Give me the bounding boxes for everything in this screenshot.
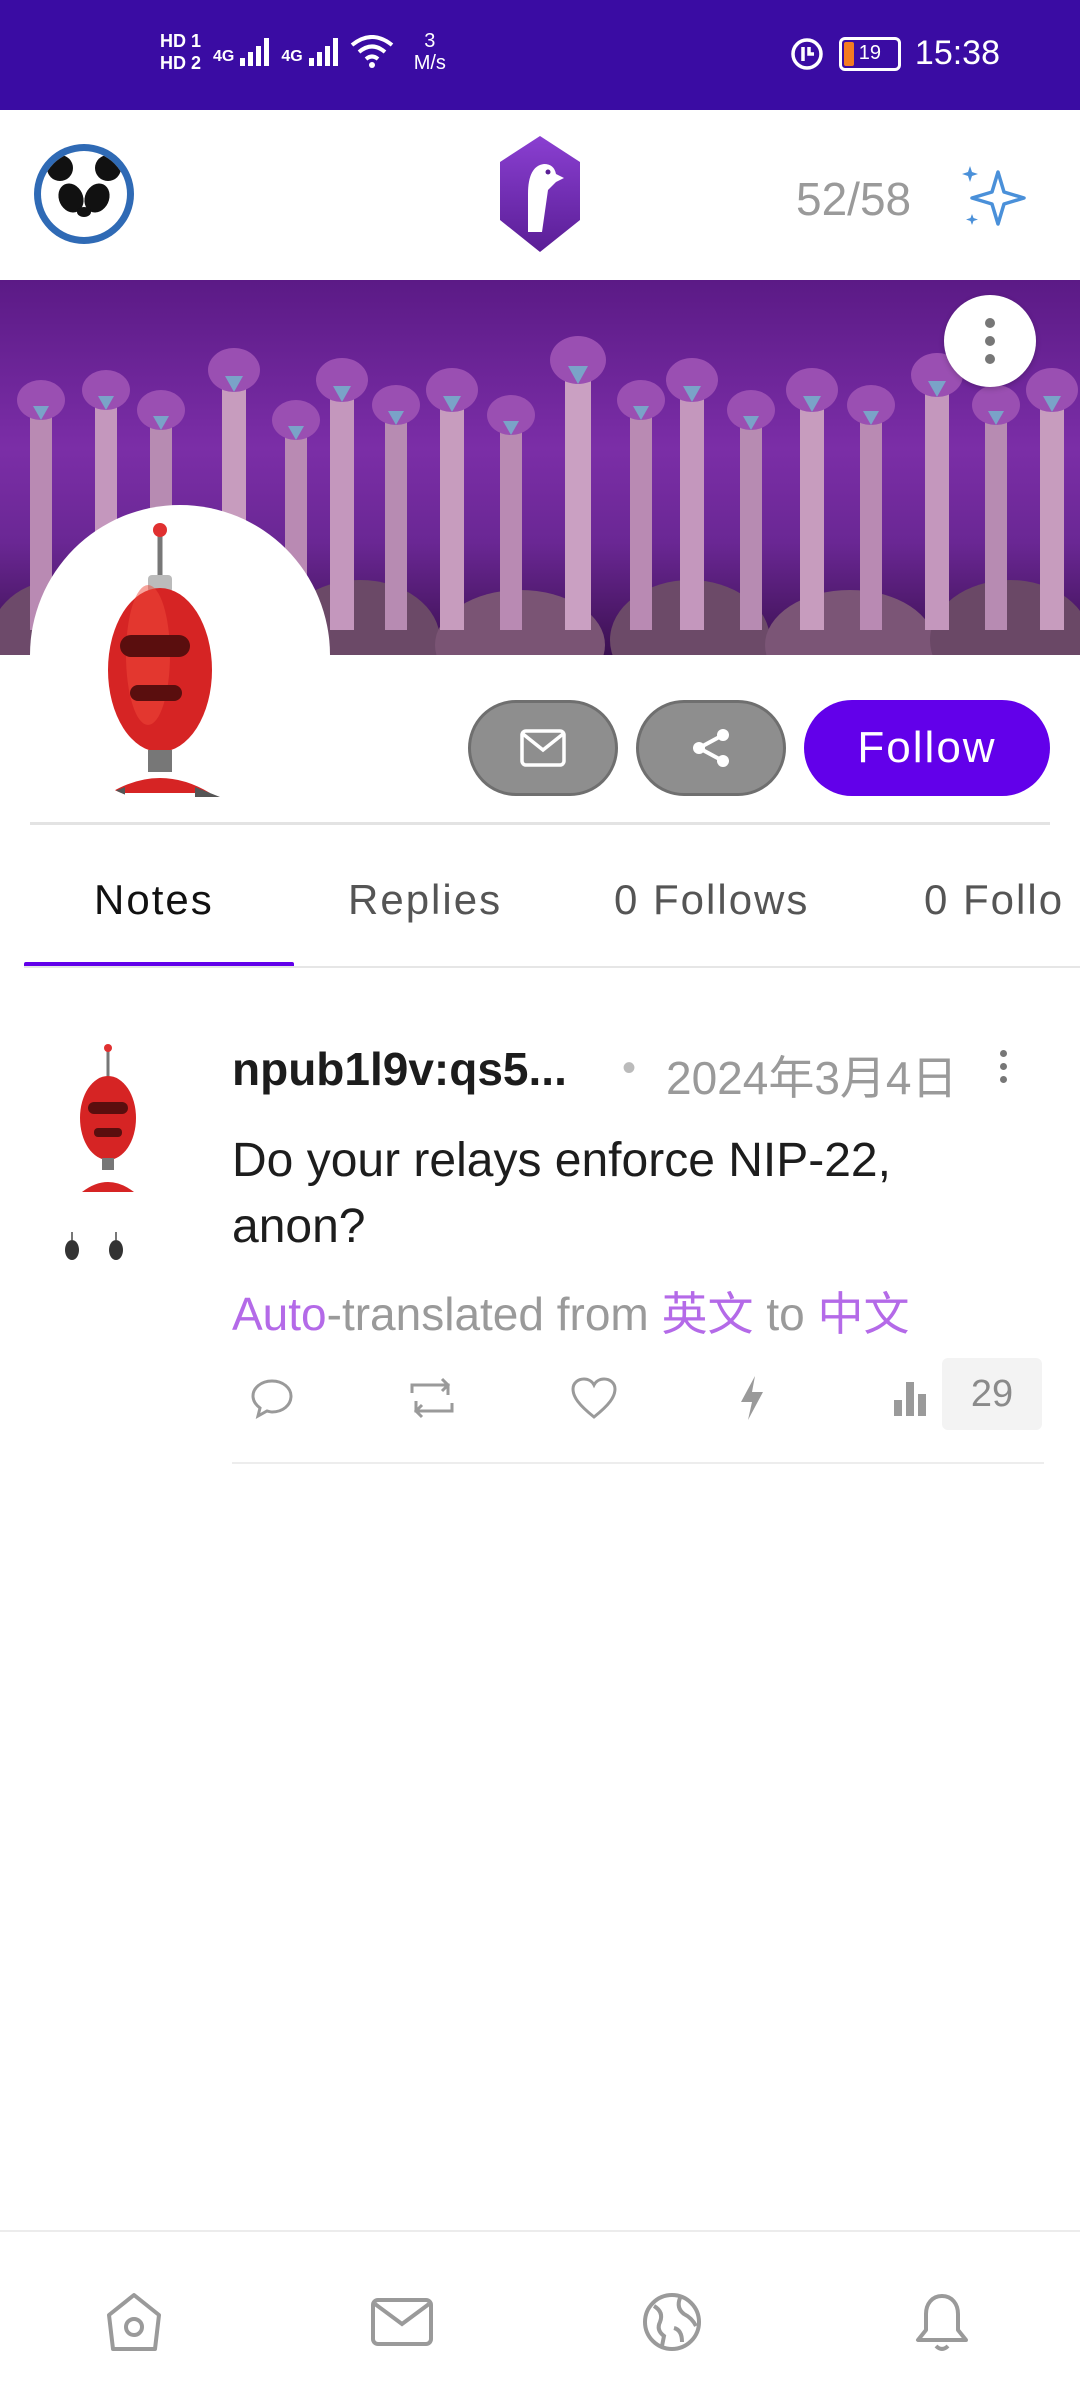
translation-prefix: Auto: [232, 1288, 327, 1340]
wifi-icon: [350, 35, 393, 68]
translation-to-word: to: [753, 1288, 818, 1340]
profile-more-button[interactable]: [944, 295, 1036, 387]
signal-bars-icon: [240, 38, 270, 66]
mail-icon: [520, 729, 566, 767]
signal-1: 4G: [213, 38, 270, 66]
status-left: HD 1 HD 2 4G 4G 3 M/s: [160, 30, 446, 74]
network-type-label: 4G: [213, 48, 235, 65]
divider: [24, 966, 1080, 968]
note-content: Do your relays enforce NIP-22, anon?: [232, 1134, 891, 1253]
profile-avatar[interactable]: [30, 505, 330, 805]
nav-messages[interactable]: [362, 2282, 442, 2362]
zap-icon: [741, 1376, 763, 1420]
message-button[interactable]: [468, 700, 618, 796]
status-bar: HD 1 HD 2 4G 4G 3 M/s 19 15:38: [0, 0, 1080, 110]
hd1-label: HD 1: [160, 31, 202, 51]
share-button[interactable]: [636, 700, 786, 796]
note-author-name[interactable]: npub1l9v:qs5...: [232, 1042, 567, 1096]
bottom-nav: [0, 2230, 1080, 2402]
translation-to-lang[interactable]: 中文: [817, 1288, 909, 1340]
speed-unit: M/s: [413, 52, 446, 74]
relay-icons: [65, 1232, 123, 1260]
stats-button[interactable]: [872, 1358, 952, 1438]
tab-notes[interactable]: Notes: [94, 850, 214, 950]
bell-icon: [916, 2294, 968, 2351]
repost-button[interactable]: [392, 1358, 472, 1438]
sparkle-icon[interactable]: [958, 162, 1030, 234]
signal-2: 4G: [281, 38, 338, 66]
mail-icon: [371, 2298, 433, 2346]
reply-icon: [251, 1379, 293, 1419]
relay-counter[interactable]: 52/58: [796, 172, 911, 226]
nav-global[interactable]: [632, 2282, 712, 2362]
repost-icon: [410, 1377, 454, 1419]
translation-notice[interactable]: Auto-translated from 英文 to 中文: [232, 1278, 909, 1344]
network-type-label: 4G: [281, 48, 303, 65]
note-author-avatar[interactable]: [64, 1040, 174, 1200]
home-icon: [107, 2293, 161, 2351]
network-speed: 3 M/s: [414, 30, 446, 74]
view-count: 29: [942, 1358, 1042, 1430]
hd-indicator: HD 1 HD 2: [160, 30, 201, 74]
battery-level: 19: [858, 42, 882, 64]
zap-button[interactable]: [712, 1358, 792, 1438]
tab-follows[interactable]: 0 Follows: [614, 850, 809, 950]
reply-button[interactable]: [232, 1358, 312, 1438]
heart-icon: [571, 1377, 617, 1419]
nav-notifications[interactable]: [902, 2282, 982, 2362]
divider: [30, 822, 1050, 825]
share-icon: [693, 729, 729, 767]
bar-chart-icon: [894, 1382, 926, 1416]
clock: 15:38: [914, 34, 1000, 72]
translation-middle: -translated from: [326, 1288, 662, 1340]
tab-replies[interactable]: Replies: [348, 850, 502, 950]
robot-avatar-image: [100, 523, 220, 797]
follow-button[interactable]: Follow: [804, 700, 1050, 796]
account-avatar[interactable]: [34, 144, 134, 244]
signal-bars-icon: [308, 38, 338, 66]
divider: [232, 1462, 1044, 1464]
note-more-icon[interactable]: [1000, 1050, 1007, 1083]
nav-home[interactable]: [94, 2282, 174, 2362]
speed-value: 3: [424, 30, 436, 52]
status-right: 19 15:38: [789, 34, 1000, 73]
profile-tabs: Notes Replies 0 Follows 0 Follo: [0, 850, 1080, 970]
note-date: 2024年3月4日: [666, 1052, 958, 1104]
data-saver-icon: [791, 37, 823, 70]
panda-avatar-image: [41, 151, 127, 237]
app-logo-icon: [500, 136, 580, 252]
separator-dot: •: [622, 1046, 637, 1090]
battery-icon: 19: [838, 36, 901, 71]
like-button[interactable]: [554, 1358, 634, 1438]
note-actions: 29: [232, 1358, 1042, 1438]
translation-from-lang[interactable]: 英文: [662, 1288, 754, 1340]
globe-icon: [643, 2293, 701, 2351]
app-bar: 52/58: [0, 110, 1080, 280]
tab-followers[interactable]: 0 Follo: [924, 850, 1064, 950]
hd2-label: HD 2: [160, 53, 202, 73]
